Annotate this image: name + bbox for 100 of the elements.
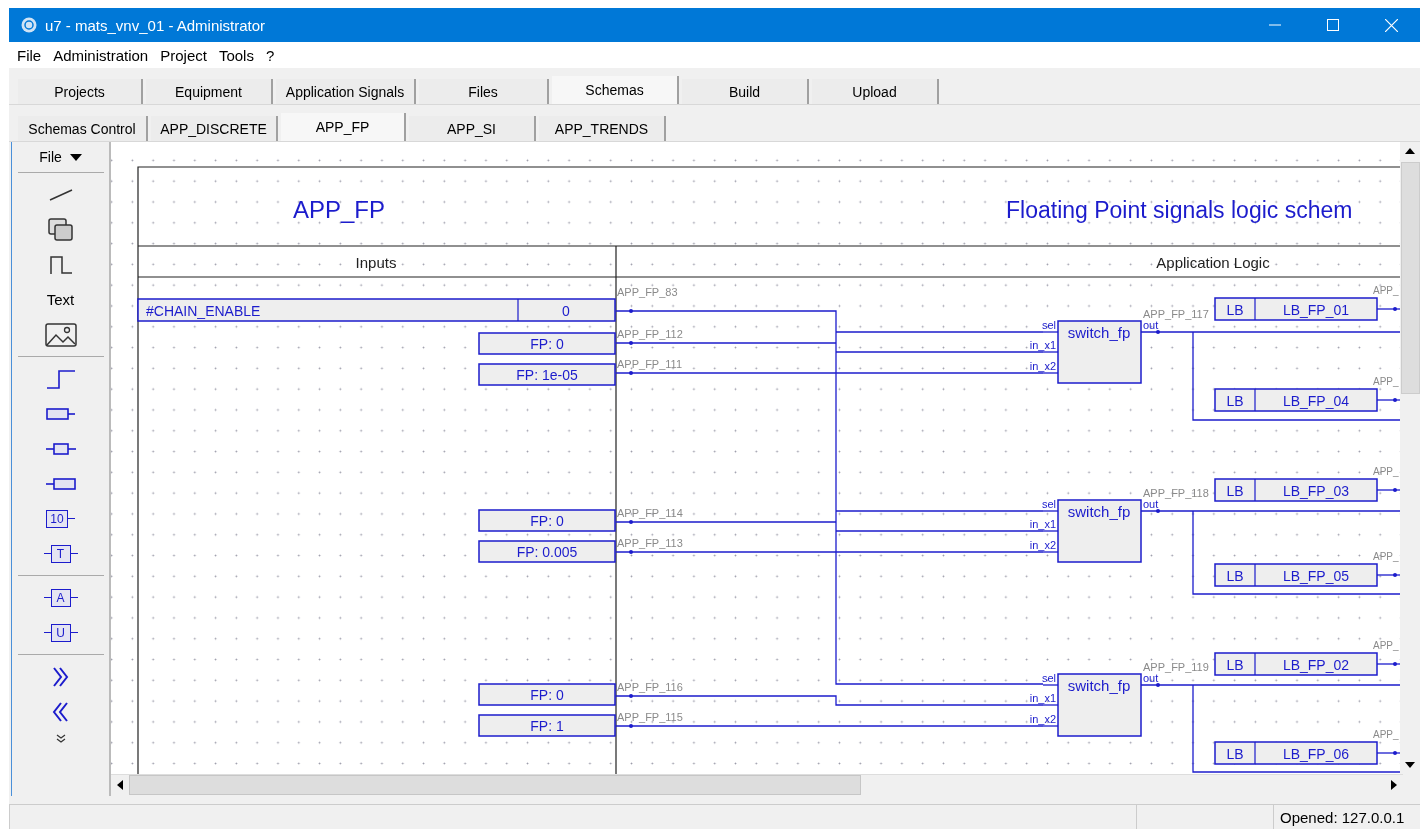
down-arrow-icon [1405,762,1415,768]
wire [1376,488,1401,492]
receiver-block[interactable] [1214,388,1378,412]
dropdown-arrow-icon [69,153,82,161]
pin-label: sel [1041,672,1056,684]
constant-value: FP: 0 [530,513,564,529]
close-icon [1384,18,1398,32]
tab[interactable]: Projects [18,79,143,104]
wire-label: APP_FP_118 [1143,487,1209,499]
block-name: switch_fp [1067,677,1131,694]
output-block-icon [45,407,76,420]
app-logo-icon [21,17,37,33]
step-icon [45,368,76,389]
wire-label: APP_FP_83 [617,286,678,298]
constant-block[interactable] [478,540,616,563]
constant-block[interactable] [478,683,616,706]
pin-label: in_x1 [1029,518,1056,530]
pin-label: in_x1 [1029,692,1056,704]
left-arrow-icon [117,780,123,790]
wire-label: APP_ [1373,551,1399,562]
signal-name: #CHAIN_ENABLE [146,303,261,319]
schema-tab[interactable]: APP_TRENDS [539,116,666,141]
menu-item[interactable]: Administration [47,46,155,64]
right-arrow-icon [1391,780,1397,790]
menu-item[interactable]: ? [259,46,281,64]
pin-label: sel [1041,498,1056,510]
column-header: Application Logic [1156,254,1270,271]
wire-label: APP_ [1373,729,1399,740]
tag-block-tool-button[interactable]: T [30,536,91,571]
wire [1376,307,1401,311]
constant-value: FP: 1e-05 [516,367,578,383]
wire-label: APP_FP_112 [617,328,683,340]
wire-label: APP_FP_119 [1143,661,1209,673]
pulse-icon [48,254,73,275]
function-block[interactable] [1057,499,1142,563]
schema-tab[interactable]: APP_SI [409,116,536,141]
receiver-name: LB_FP_03 [1282,483,1350,499]
constant-value: FP: 0 [530,687,564,703]
line-icon [48,188,73,201]
layers-icon [47,217,74,242]
receiver-tag: LB [1226,657,1244,673]
function-block[interactable] [1057,673,1142,737]
block-name: switch_fp [1067,503,1131,520]
pin-label: out [1143,672,1159,684]
double-chevron-left-icon [51,700,70,723]
constant-value: FP: 0.005 [516,544,578,560]
menu-item[interactable]: Project [154,46,213,64]
schema-tab[interactable]: APP_FP [281,113,406,141]
receiver-block[interactable] [1214,478,1378,502]
receiver-block[interactable] [1214,563,1378,587]
schema-tab[interactable]: APP_DISCRETE [151,116,278,141]
image-icon [44,322,77,347]
schema-tab[interactable]: Schemas Control [18,116,148,141]
window-title: u7 - mats_vnv_01 - Administrator [45,16,267,34]
tag-block-tool-button[interactable]: A [30,580,91,615]
tag-block-tool-button[interactable]: U [30,615,91,650]
constant-tool-button[interactable]: 10 [30,501,91,536]
text-tool-button[interactable]: Text [30,282,91,317]
wire-label: APP_ [1373,466,1399,477]
signal-value: 0 [562,303,570,319]
constant-block[interactable] [478,509,616,532]
receiver-block[interactable] [1214,741,1378,765]
status-text: Opened: 127.0.0.1 [1273,805,1420,829]
column-header: Inputs [355,254,397,271]
menu-item[interactable]: Tools [212,46,260,64]
receiver-name: LB_FP_01 [1282,302,1350,318]
horizontal-scrollbar[interactable] [111,774,1403,795]
receiver-name: LB_FP_05 [1282,568,1350,584]
input-block-icon [45,477,76,490]
tab[interactable]: Schemas [552,76,679,104]
tab[interactable]: Build [682,79,809,104]
function-block[interactable] [1057,320,1142,384]
wire-label: APP_FP_117 [1143,308,1209,320]
receiver-block[interactable] [1214,297,1378,321]
wire-label: APP_FP_115 [617,711,683,723]
constant-block[interactable] [478,714,616,737]
up-arrow-icon [1405,148,1415,154]
tab[interactable]: Application Signals [276,79,416,104]
signal-input-block[interactable] [137,298,616,322]
wire-label: APP_FP_113 [617,537,683,549]
tab[interactable]: Files [419,79,549,104]
constant-block[interactable] [478,363,616,386]
wire-label: APP_ [1373,640,1399,651]
pin-label: in_x2 [1029,360,1056,372]
pin-label: out [1143,319,1159,331]
wire-label: APP_FP_111 [617,358,683,370]
file-dropdown[interactable]: File [35,146,86,168]
wire [1376,662,1401,666]
receiver-name: LB_FP_04 [1282,393,1350,409]
double-chevron-right-icon [51,665,70,688]
tab[interactable]: Equipment [146,79,273,104]
constant-block[interactable] [478,332,616,355]
schema-canvas[interactable] [111,142,1401,774]
tab[interactable]: Upload [812,79,939,104]
receiver-tag: LB [1226,393,1244,409]
constant-value: FP: 0 [530,336,564,352]
receiver-block[interactable] [1214,652,1378,676]
menu-item[interactable]: File [11,46,48,64]
wire-label: APP_FP_114 [617,507,683,519]
block-name: switch_fp [1067,324,1131,341]
